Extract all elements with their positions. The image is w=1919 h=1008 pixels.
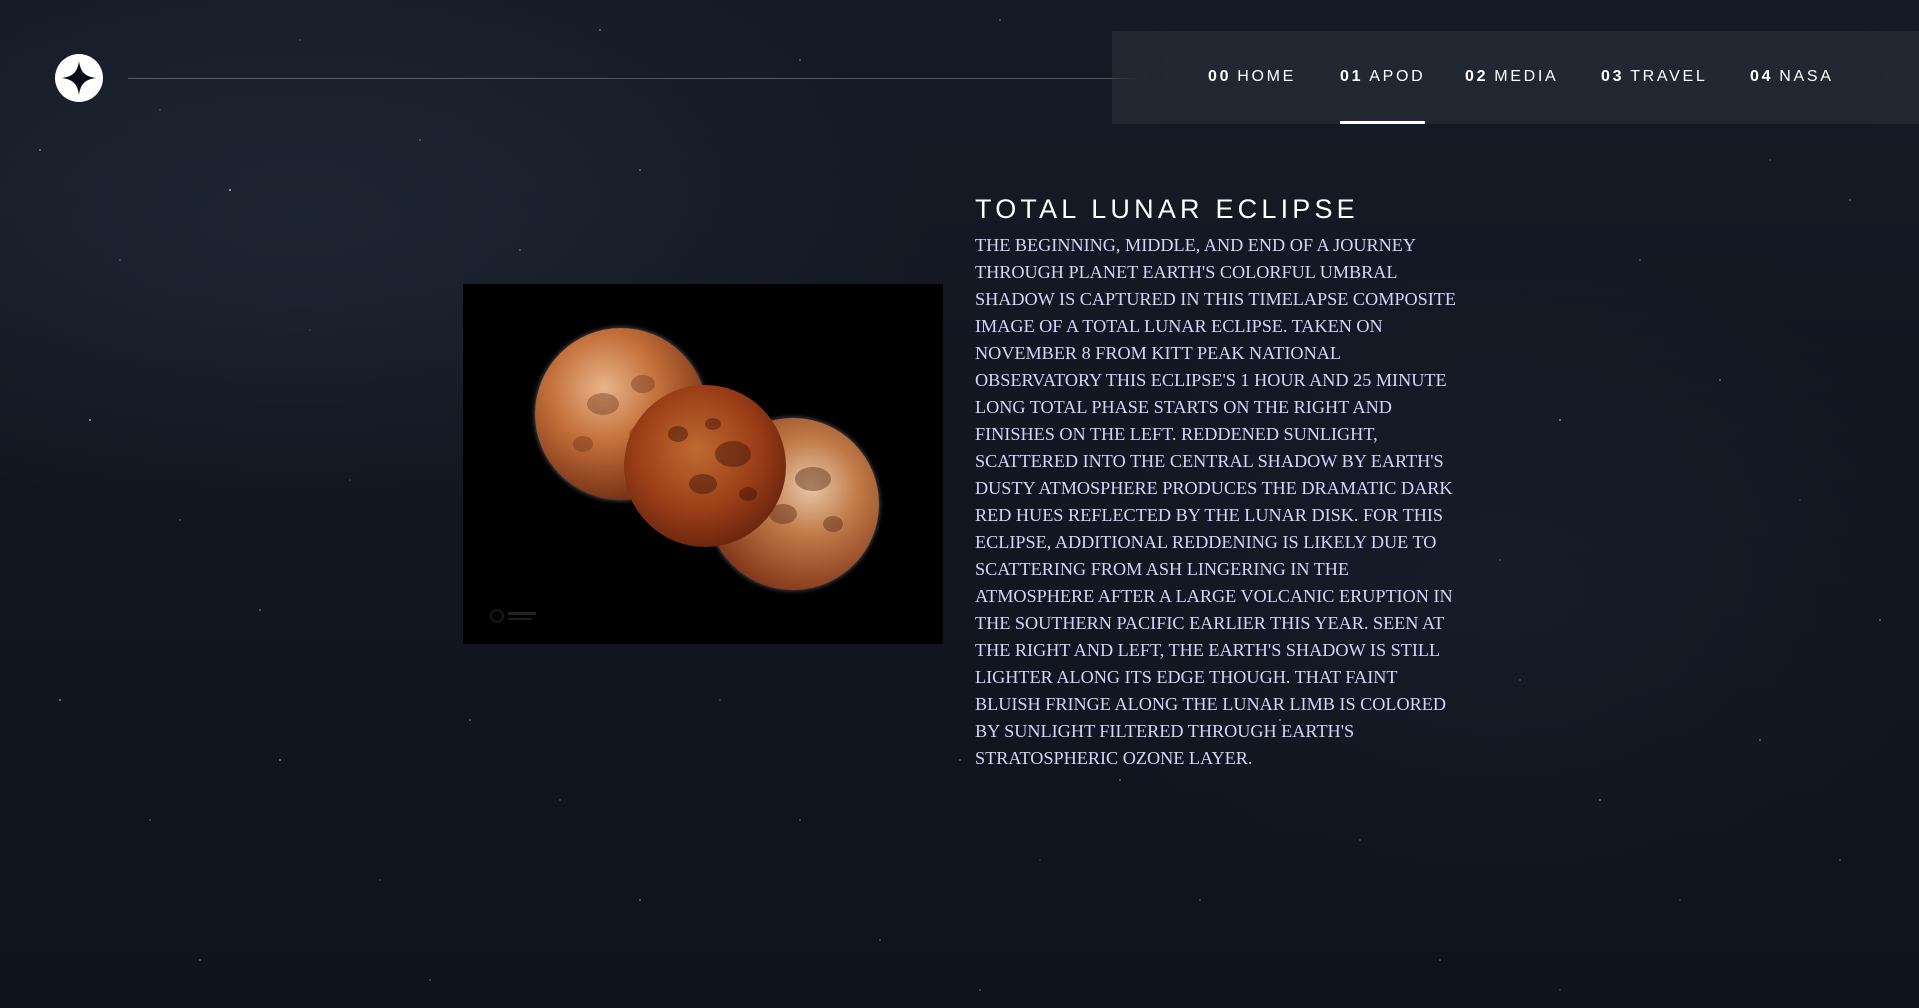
nav-item-nasa[interactable]: 04 NASA [1750,31,1834,124]
nav-item-media[interactable]: 02 MEDIA [1465,31,1558,124]
starfield-background [39,19,1881,991]
main-navigation: 00 HOME 01 APOD 02 MEDIA 03 TRAVEL 04 NASA [1112,31,1919,124]
nav-item-home[interactable]: 00 HOME [1208,31,1296,124]
nav-item-label: MEDIA [1494,68,1559,85]
nav-item-number: 03 [1601,68,1625,85]
nav-item-label: NASA [1779,68,1834,85]
nav-item-label: HOME [1237,68,1297,85]
nav-item-number: 01 [1340,68,1364,85]
nav-item-number: 04 [1750,68,1774,85]
nav-item-number: 00 [1208,68,1232,85]
header-divider [128,78,1136,79]
nav-item-apod[interactable]: 01 APOD [1340,31,1426,124]
star-logo-icon[interactable] [55,54,103,102]
apod-description: The beginning, middle, and end of a jour… [975,235,1457,768]
nav-item-label: TRAVEL [1630,68,1708,85]
nav-item-travel[interactable]: 03 TRAVEL [1601,31,1707,124]
apod-title: TOTAL LUNAR ECLIPSE [975,194,1359,224]
nav-item-label: APOD [1369,68,1426,85]
nav-item-number: 02 [1465,68,1489,85]
lunar-eclipse-image [463,284,943,644]
apod-image [463,284,943,644]
